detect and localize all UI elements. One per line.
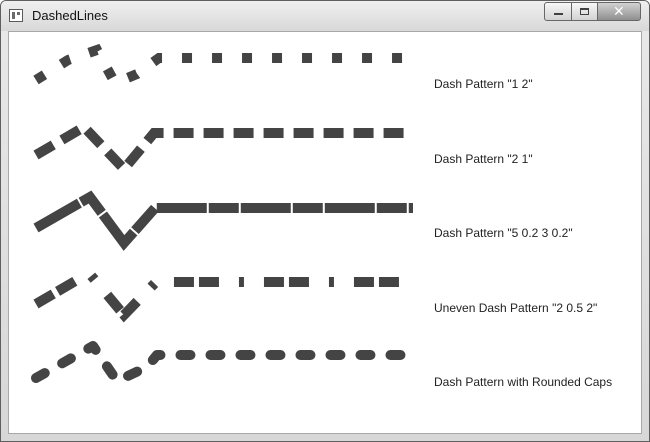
maximize-icon	[580, 8, 589, 15]
dashed-line-3	[33, 190, 413, 251]
close-icon: ✕	[613, 3, 625, 19]
dashed-line-2	[33, 120, 413, 177]
close-button[interactable]: ✕	[597, 2, 641, 21]
minimize-button[interactable]	[544, 2, 572, 21]
pattern-label-4: Uneven Dash Pattern "2 0.5 2"	[434, 301, 598, 315]
window-controls: ✕	[544, 2, 641, 22]
maximize-button[interactable]	[571, 2, 598, 21]
pattern-label-3: Dash Pattern "5 0.2 3 0.2"	[434, 226, 573, 240]
dashed-line-1	[33, 43, 403, 90]
client-area: Dash Pattern "1 2" Dash Pattern "2 1" Da…	[8, 31, 642, 434]
pattern-label-1: Dash Pattern "1 2"	[434, 77, 533, 91]
app-window: DashedLines ✕ Dash Pattern "1 2" Dash Pa…	[0, 0, 650, 442]
app-icon[interactable]	[9, 9, 23, 22]
window-title: DashedLines	[32, 8, 108, 23]
dashed-line-4	[33, 266, 413, 323]
dashed-line-5	[31, 341, 418, 386]
minimize-icon	[554, 13, 563, 15]
title-bar[interactable]: DashedLines ✕	[1, 1, 649, 31]
pattern-label-5: Dash Pattern with Rounded Caps	[434, 375, 613, 389]
pattern-label-2: Dash Pattern "2 1"	[434, 152, 533, 166]
